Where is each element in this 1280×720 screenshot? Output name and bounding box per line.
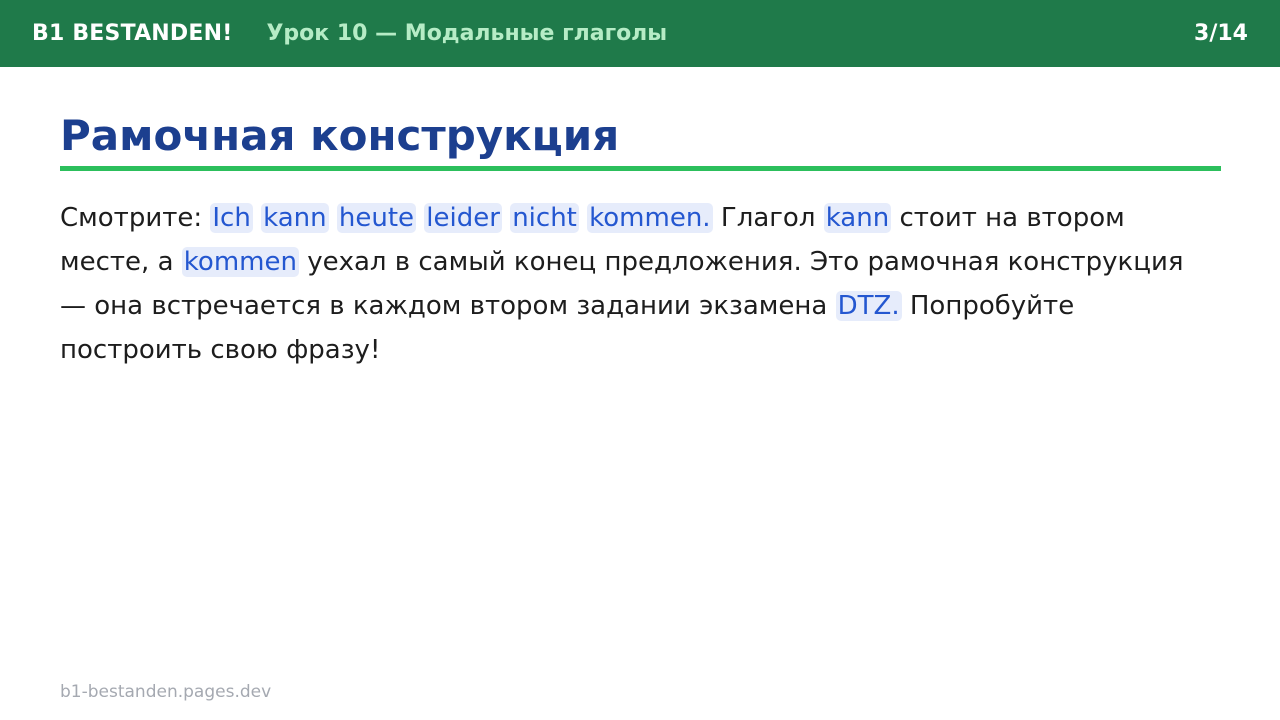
- title-underline: [60, 166, 1221, 171]
- lesson-title: Урок 10 — Модальные глаголы: [266, 21, 668, 46]
- paragraph-text: Глагол: [712, 203, 824, 233]
- german-word[interactable]: Ich: [210, 203, 253, 233]
- german-word[interactable]: kommen: [181, 247, 299, 277]
- slide-page: B1 BESTANDEN! Урок 10 — Модальные глагол…: [0, 0, 1280, 720]
- top-bar: B1 BESTANDEN! Урок 10 — Модальные глагол…: [0, 0, 1280, 67]
- german-word[interactable]: leider: [424, 203, 502, 233]
- slide-title: Рамочная конструкция: [60, 111, 620, 160]
- brand-logo[interactable]: B1 BESTANDEN!: [32, 21, 232, 46]
- footer-url: b1-bestanden.pages.dev: [60, 682, 272, 702]
- paragraph-text: Смотрите:: [60, 203, 211, 233]
- german-word[interactable]: kann: [823, 203, 892, 233]
- german-word[interactable]: kann: [261, 203, 329, 233]
- german-word[interactable]: DTZ.: [835, 291, 902, 321]
- slide-paragraph: Смотрите: Ich kann heute leider nicht ko…: [60, 196, 1190, 372]
- german-word[interactable]: kommen.: [587, 203, 713, 233]
- german-word[interactable]: heute: [336, 203, 417, 233]
- slide-counter: 3/14: [1194, 21, 1248, 46]
- german-word[interactable]: nicht: [510, 203, 579, 233]
